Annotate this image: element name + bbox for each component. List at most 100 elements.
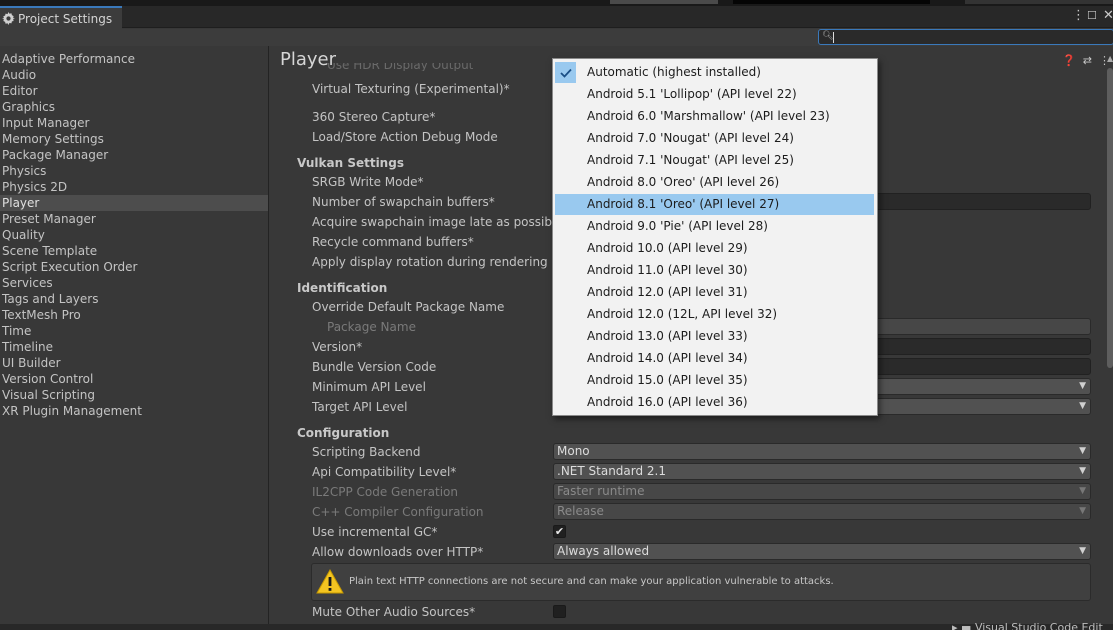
sidebar-item-time[interactable]: Time xyxy=(0,323,268,339)
incremental-gc-label: Use incremental GC* xyxy=(312,525,438,539)
popup-item-api-23[interactable]: Android 6.0 'Marshmallow' (API level 23) xyxy=(555,106,874,127)
bundle-code-label: Bundle Version Code xyxy=(312,360,437,374)
project-item-label: Visual Studio Code Edit xyxy=(974,621,1103,630)
settings-sliders-icon[interactable]: ⇄ xyxy=(1083,54,1092,67)
popup-item-api-28[interactable]: Android 9.0 'Pie' (API level 28) xyxy=(555,216,874,237)
identification-header: Identification xyxy=(297,281,388,295)
vulkan-settings-header: Vulkan Settings xyxy=(297,156,404,170)
configuration-header: Configuration xyxy=(297,426,390,440)
recycle-cmd-label: Recycle command buffers* xyxy=(312,235,474,249)
mute-audio-checkbox[interactable] xyxy=(553,605,566,618)
sidebar-item-tags-and-layers[interactable]: Tags and Layers xyxy=(0,291,268,307)
checkmark-icon: ✔ xyxy=(554,525,565,538)
tab-title: Project Settings xyxy=(18,11,113,26)
popup-item-api-25[interactable]: Android 7.1 'Nougat' (API level 25) xyxy=(555,150,874,171)
scroll-up-arrow-icon[interactable]: ▲ xyxy=(1107,54,1113,63)
popup-item-api-29[interactable]: Android 10.0 (API level 29) xyxy=(555,238,874,259)
target-api-popup-menu: Automatic (highest installed) Android 5.… xyxy=(552,58,878,416)
tab-project-settings[interactable]: Project Settings xyxy=(0,6,122,29)
popup-item-api-22[interactable]: Android 5.1 'Lollipop' (API level 22) xyxy=(555,84,874,105)
sidebar-item-physics-2d[interactable]: Physics 2D xyxy=(0,179,268,195)
toolbar-fragment-dark xyxy=(733,0,930,4)
header-icons: ❓ ⇄ ⋮ xyxy=(1062,54,1110,67)
swapchain-buffers-label: Number of swapchain buffers* xyxy=(312,195,495,209)
search-row: 🔍︎ xyxy=(0,29,1113,46)
sidebar-item-ui-builder[interactable]: UI Builder xyxy=(0,355,268,371)
sidebar-item-quality[interactable]: Quality xyxy=(0,227,268,243)
sidebar-item-adaptive-performance[interactable]: Adaptive Performance xyxy=(0,51,268,67)
sidebar-item-version-control[interactable]: Version Control xyxy=(0,371,268,387)
popup-item-automatic[interactable]: Automatic (highest installed) xyxy=(555,62,874,83)
project-item[interactable]: ▸ ▬ Visual Studio Code Edit xyxy=(952,622,1103,630)
sidebar-item-player[interactable]: Player xyxy=(0,195,268,211)
popup-item-api-31[interactable]: Android 12.0 (API level 31) xyxy=(555,282,874,303)
warning-helpbox: Plain text HTTP connections are not secu… xyxy=(311,563,1091,601)
sidebar-item-script-execution-order[interactable]: Script Execution Order xyxy=(0,259,268,275)
warning-text: Plain text HTTP connections are not secu… xyxy=(349,576,834,587)
warning-icon xyxy=(316,568,344,596)
sidebar-item-xr-plugin-management[interactable]: XR Plugin Management xyxy=(0,403,268,419)
il2cpp-gen-value: Faster runtime xyxy=(557,484,645,498)
sidebar-item-editor[interactable]: Editor xyxy=(0,83,268,99)
popup-item-api-33[interactable]: Android 13.0 (API level 33) xyxy=(555,326,874,347)
tab-bar: Project Settings ⋮ ☐ ✕ xyxy=(0,6,1113,29)
chevron-down-icon: ▼ xyxy=(1079,381,1086,391)
scrollbar-thumb[interactable] xyxy=(1107,68,1113,368)
package-name-label: Package Name xyxy=(327,320,416,334)
stereo-capture-label: 360 Stereo Capture* xyxy=(312,110,436,124)
chevron-right-icon: ▸ xyxy=(952,621,958,630)
sidebar-item-services[interactable]: Services xyxy=(0,275,268,291)
allow-http-dropdown[interactable]: Always allowed ▼ xyxy=(553,543,1091,560)
cpp-compiler-value: Release xyxy=(557,504,604,518)
toolbar-fragment xyxy=(610,0,718,4)
scripting-backend-dropdown[interactable]: Mono ▼ xyxy=(553,443,1091,460)
popup-item-api-30[interactable]: Android 11.0 (API level 30) xyxy=(555,260,874,281)
popup-item-api-27[interactable]: Android 8.1 'Oreo' (API level 27) xyxy=(555,194,874,215)
sidebar-item-visual-scripting[interactable]: Visual Scripting xyxy=(0,387,268,403)
search-input[interactable]: 🔍︎ xyxy=(818,29,1113,45)
popup-item-label: Automatic (highest installed) xyxy=(587,65,761,79)
cpp-compiler-dropdown: Release ▼ xyxy=(553,503,1091,520)
popup-item-api-36[interactable]: Android 16.0 (API level 36) xyxy=(555,392,874,413)
help-icon[interactable]: ❓ xyxy=(1062,54,1076,67)
target-api-label: Target API Level xyxy=(312,400,408,414)
sidebar-item-memory-settings[interactable]: Memory Settings xyxy=(0,131,268,147)
scripting-backend-label: Scripting Backend xyxy=(312,445,421,459)
il2cpp-gen-dropdown: Faster runtime ▼ xyxy=(553,483,1091,500)
sidebar-item-physics[interactable]: Physics xyxy=(0,163,268,179)
allow-http-label: Allow downloads over HTTP* xyxy=(312,545,484,559)
sidebar-item-textmesh-pro[interactable]: TextMesh Pro xyxy=(0,307,268,323)
min-api-label: Minimum API Level xyxy=(312,380,426,394)
clipped-label: Use HDR Display Output xyxy=(327,63,474,71)
srgb-write-label: SRGB Write Mode* xyxy=(312,175,424,189)
sidebar-item-input-manager[interactable]: Input Manager xyxy=(0,115,268,131)
sidebar-item-graphics[interactable]: Graphics xyxy=(0,99,268,115)
sidebar-item-package-manager[interactable]: Package Manager xyxy=(0,147,268,163)
checkmark-icon xyxy=(555,62,576,83)
kebab-icon[interactable]: ⋮ xyxy=(1072,8,1085,24)
sidebar: Adaptive Performance Audio Editor Graphi… xyxy=(0,46,269,624)
sidebar-item-audio[interactable]: Audio xyxy=(0,67,268,83)
sidebar-item-scene-template[interactable]: Scene Template xyxy=(0,243,268,259)
virtual-texturing-label: Virtual Texturing (Experimental)* xyxy=(312,82,510,96)
popup-item-api-24[interactable]: Android 7.0 'Nougat' (API level 24) xyxy=(555,128,874,149)
scrollbar[interactable]: ▲ xyxy=(1107,54,1113,558)
popup-item-api-26[interactable]: Android 8.0 'Oreo' (API level 26) xyxy=(555,172,874,193)
incremental-gc-checkbox[interactable]: ✔ xyxy=(553,525,566,538)
gear-icon xyxy=(2,12,15,25)
load-store-label: Load/Store Action Debug Mode xyxy=(312,130,498,144)
close-icon[interactable]: ✕ xyxy=(1103,8,1113,24)
sidebar-item-preset-manager[interactable]: Preset Manager xyxy=(0,211,268,227)
popup-item-api-32[interactable]: Android 12.0 (12L, API level 32) xyxy=(555,304,874,325)
api-compat-dropdown[interactable]: .NET Standard 2.1 ▼ xyxy=(553,463,1091,480)
text-caret xyxy=(833,32,834,43)
acquire-late-label: Acquire swapchain image late as possible… xyxy=(312,215,569,229)
scripting-backend-value: Mono xyxy=(557,444,590,458)
maximize-icon[interactable]: ☐ xyxy=(1087,8,1097,24)
popup-item-api-34[interactable]: Android 14.0 (API level 34) xyxy=(555,348,874,369)
bottom-strip: ▸ ▬ Visual Studio Code Edit xyxy=(0,622,1113,630)
popup-item-api-35[interactable]: Android 15.0 (API level 35) xyxy=(555,370,874,391)
chevron-down-icon: ▼ xyxy=(1079,401,1086,411)
sidebar-item-timeline[interactable]: Timeline xyxy=(0,339,268,355)
toolbar-fragment-right xyxy=(965,0,1113,4)
